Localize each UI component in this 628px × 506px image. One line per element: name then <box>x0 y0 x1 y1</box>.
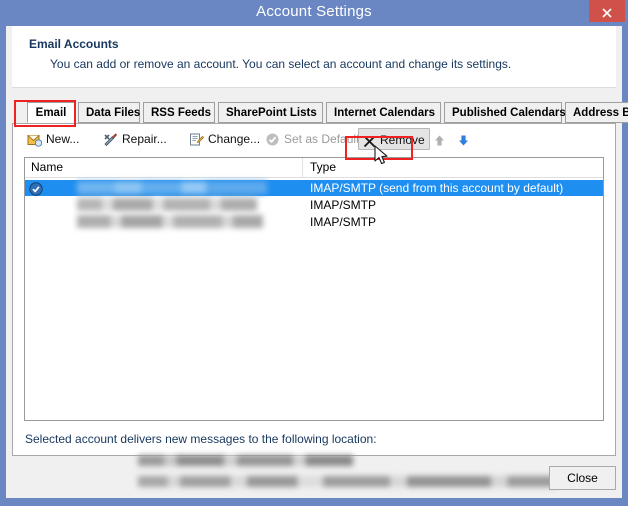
dialog-body: Email Accounts You can add or remove an … <box>6 26 628 498</box>
accounts-list[interactable]: Name Type IMAP/SMTP (send from this acco… <box>24 157 604 421</box>
window-close-button[interactable] <box>589 0 625 22</box>
table-row[interactable]: IMAP/SMTP <box>25 197 603 213</box>
new-account-label: New... <box>46 132 80 146</box>
column-header-name[interactable]: Name <box>31 160 63 174</box>
tab-data-files[interactable]: Data Files <box>78 102 140 123</box>
account-type: IMAP/SMTP (send from this account by def… <box>310 181 564 195</box>
account-name-redacted <box>77 181 267 194</box>
repair-label: Repair... <box>122 132 167 146</box>
header-subtitle: You can add or remove an account. You ca… <box>50 57 512 71</box>
tab-strip: Email Data Files RSS Feeds SharePoint Lists… <box>12 102 628 124</box>
repair-button[interactable]: Repair... <box>99 128 171 150</box>
set-as-default-label: Set as Default <box>284 132 360 146</box>
set-as-default-button[interactable]: Set as Default <box>261 128 363 150</box>
account-settings-window: Account Settings Email Accounts You can … <box>0 0 628 506</box>
header-title: Email Accounts <box>29 37 119 51</box>
change-account-icon <box>189 132 205 154</box>
column-header-type[interactable]: Type <box>310 160 336 174</box>
check-circle-icon <box>265 132 280 154</box>
account-name-redacted <box>77 198 257 211</box>
toolbar: New... Repair... Change... Set as Defaul… <box>13 124 615 154</box>
account-type: IMAP/SMTP <box>310 198 377 212</box>
tab-internet-calendars[interactable]: Internet Calendars <box>326 102 441 123</box>
close-x-icon <box>602 8 612 18</box>
change-button[interactable]: Change... <box>185 128 264 150</box>
remove-button[interactable]: Remove <box>358 128 430 150</box>
change-label: Change... <box>208 132 261 146</box>
title-bar: Account Settings <box>0 0 628 26</box>
arrow-up-icon <box>433 132 446 154</box>
header-panel: Email Accounts You can add or remove an … <box>12 26 616 88</box>
tab-sharepoint-lists[interactable]: SharePoint Lists <box>218 102 323 123</box>
tab-published-calendars[interactable]: Published Calendars <box>444 102 566 123</box>
new-account-button[interactable]: New... <box>23 128 83 150</box>
account-name-redacted <box>77 215 263 228</box>
new-mail-icon <box>27 132 43 154</box>
close-dialog-button[interactable]: Close <box>549 466 616 490</box>
arrow-down-icon <box>457 132 470 154</box>
x-mark-icon <box>363 133 376 155</box>
tab-rss-feeds[interactable]: RSS Feeds <box>143 102 215 123</box>
window-title: Account Settings <box>256 3 372 20</box>
content-panel: New... Repair... Change... Set as Defaul… <box>12 123 616 487</box>
account-type: IMAP/SMTP <box>310 215 377 229</box>
move-up-button[interactable] <box>429 128 454 150</box>
delivery-location-label: Selected account delivers new messages t… <box>25 432 377 446</box>
column-divider <box>302 158 303 177</box>
tab-address-books[interactable]: Address Books <box>565 102 628 123</box>
footer: Close <box>12 458 616 498</box>
remove-label: Remove <box>380 133 425 147</box>
table-row[interactable]: IMAP/SMTP <box>25 214 603 230</box>
move-down-button[interactable] <box>453 128 478 150</box>
list-header-row: Name Type <box>25 158 603 178</box>
repair-tools-icon <box>103 132 118 154</box>
tab-email[interactable]: Email <box>27 102 75 123</box>
table-row[interactable]: IMAP/SMTP (send from this account by def… <box>25 180 603 196</box>
